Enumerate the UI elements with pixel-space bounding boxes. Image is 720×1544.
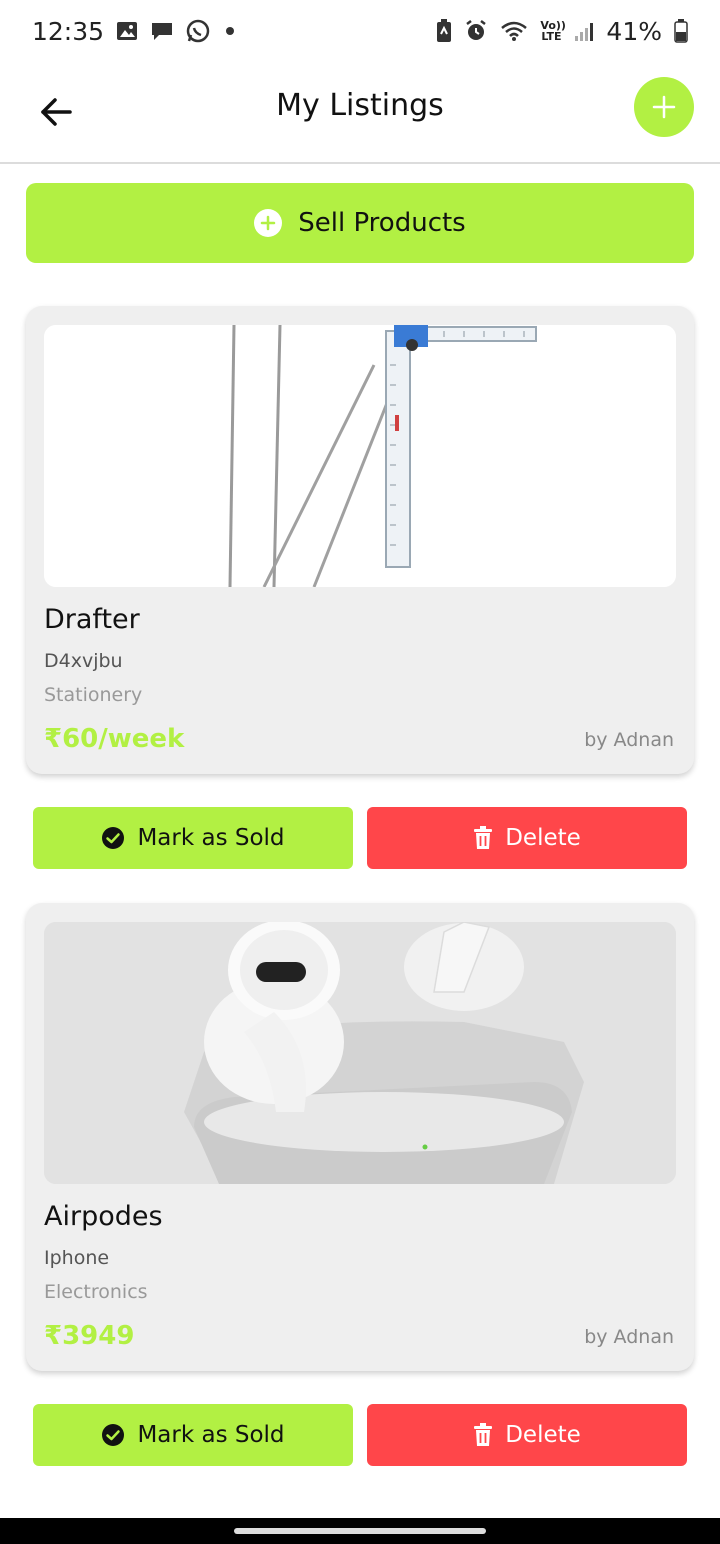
listing-card[interactable]: Airpodes Iphone Electronics ₹3949 by Adn…	[26, 903, 694, 1371]
listing-owner: by Adnan	[584, 1326, 674, 1348]
listing-title: Drafter	[44, 604, 140, 635]
delete-label: Delete	[505, 825, 581, 851]
listing-owner: by Adnan	[584, 729, 674, 751]
alarm-icon	[464, 19, 488, 43]
mark-as-sold-button[interactable]: Mark as Sold	[33, 1404, 353, 1466]
network-label: Vo)) LTE	[540, 19, 566, 43]
listing-image	[44, 325, 676, 587]
listing-title: Airpodes	[44, 1201, 163, 1232]
mark-as-sold-label: Mark as Sold	[137, 1422, 285, 1448]
mark-as-sold-label: Mark as Sold	[137, 825, 285, 851]
delete-button[interactable]: Delete	[367, 1404, 687, 1466]
check-circle-icon	[102, 827, 125, 849]
listing-price: ₹3949	[44, 1321, 135, 1351]
notification-dot	[226, 27, 235, 35]
battery-icon	[674, 19, 688, 43]
screen: 12:35 Vo)) LTE 41% My Listings Sell Prod…	[0, 0, 720, 1544]
status-bar: 12:35 Vo)) LTE 41%	[0, 0, 720, 62]
status-right: Vo)) LTE 41%	[436, 17, 688, 46]
trash-icon	[474, 826, 493, 849]
sell-products-label: Sell Products	[298, 208, 466, 238]
gallery-icon	[116, 20, 138, 42]
system-nav-bar	[0, 1518, 720, 1544]
listing-description: Iphone	[44, 1247, 110, 1269]
page-title: My Listings	[276, 88, 444, 123]
whatsapp-icon	[186, 19, 210, 43]
signal-icon	[574, 20, 594, 42]
plus-icon	[652, 95, 676, 119]
sell-products-button[interactable]: Sell Products	[26, 183, 694, 263]
listing-card[interactable]: Drafter D4xvjbu Stationery ₹60/week by A…	[26, 306, 694, 774]
chat-icon	[150, 20, 174, 42]
listing-price: ₹60/week	[44, 724, 185, 754]
delete-button[interactable]: Delete	[367, 807, 687, 869]
check-circle-icon	[102, 1424, 125, 1446]
listing-category: Stationery	[44, 684, 143, 706]
home-indicator[interactable]	[234, 1528, 486, 1534]
trash-icon	[474, 1423, 493, 1446]
mark-as-sold-button[interactable]: Mark as Sold	[33, 807, 353, 869]
delete-label: Delete	[505, 1422, 581, 1448]
status-time: 12:35	[32, 16, 105, 46]
listing-description: D4xvjbu	[44, 650, 123, 672]
battery-percent: 41%	[606, 16, 662, 46]
listing-image	[44, 922, 676, 1184]
listing-actions: Mark as Sold Delete	[33, 807, 687, 869]
app-bar: My Listings	[0, 62, 720, 164]
listing-category: Electronics	[44, 1281, 148, 1303]
listing-actions: Mark as Sold Delete	[33, 1404, 687, 1466]
plus-circle-icon	[254, 209, 283, 237]
wifi-icon	[500, 20, 528, 42]
add-listing-button[interactable]	[634, 77, 694, 137]
status-left: 12:35	[32, 16, 235, 46]
battery-saver-icon	[436, 19, 452, 43]
